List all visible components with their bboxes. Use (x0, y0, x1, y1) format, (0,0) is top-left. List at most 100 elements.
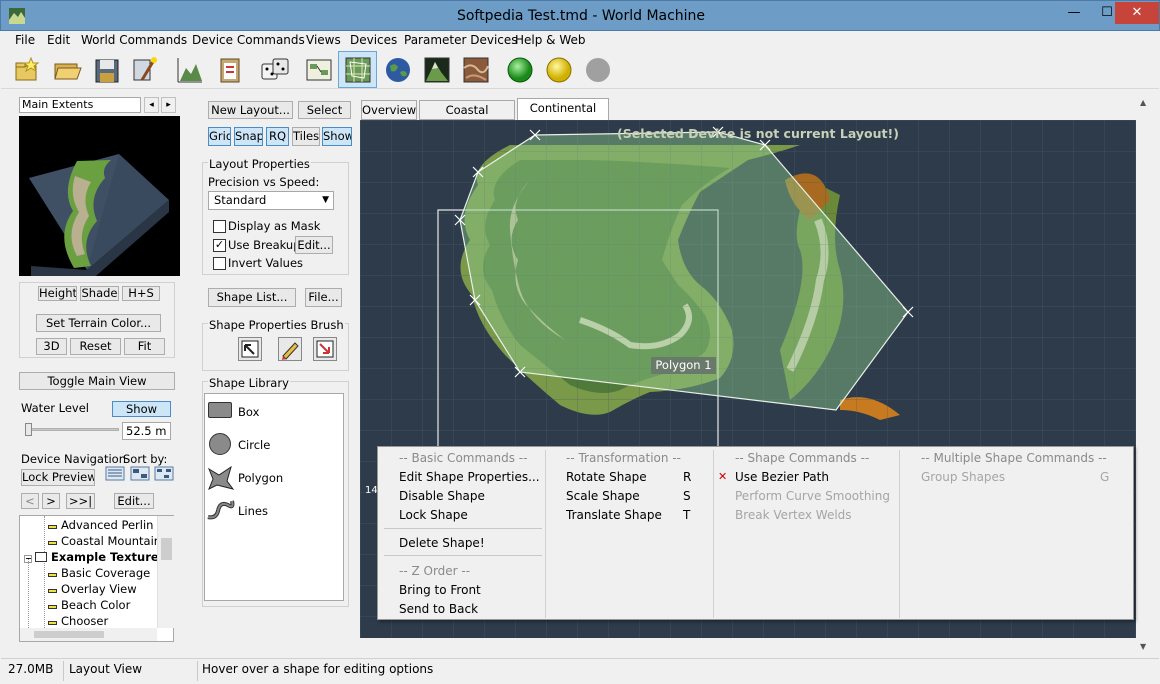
height-button[interactable]: Height (38, 286, 77, 301)
menu-lock-shape[interactable]: Lock Shape (399, 508, 468, 522)
water-level-input[interactable]: 52.5 m (122, 422, 171, 440)
wizard-icon[interactable] (128, 54, 160, 86)
tab-continental-shelf[interactable]: Continental Shelf (517, 98, 609, 133)
tree-item[interactable]: Beach Color (48, 598, 130, 612)
menu-perform-curve-smoothing[interactable]: Perform Curve Smoothing (735, 489, 890, 503)
tree-group[interactable]: − Example Texture (24, 550, 159, 564)
extents-selector[interactable]: Main Extents (19, 97, 141, 113)
menu-rotate-shape[interactable]: Rotate Shape (566, 470, 647, 484)
sort-tree-icon[interactable] (154, 466, 174, 481)
extents-prev-button[interactable]: ◂ (144, 97, 159, 113)
menu-parameter-devices[interactable]: Parameter Devices (404, 33, 518, 47)
menu-delete-shape[interactable]: Delete Shape! (399, 536, 485, 550)
menu-help-web[interactable]: Help & Web (515, 33, 586, 47)
show-toggle[interactable]: Show (322, 127, 352, 146)
brush-apply-icon[interactable] (313, 337, 337, 361)
globe-icon[interactable] (382, 54, 414, 86)
use-breakup-checkbox[interactable]: ✓ (213, 239, 226, 252)
select-button[interactable]: Select (298, 101, 351, 119)
tree-item[interactable]: Overlay View (48, 582, 137, 596)
terrain-chart-icon[interactable] (174, 54, 206, 86)
invert-values-checkbox[interactable] (213, 257, 226, 270)
dice-icon[interactable] (259, 54, 291, 86)
library-item-polygon[interactable]: Polygon (238, 471, 283, 485)
menu-device-commands[interactable]: Device Commands (192, 33, 305, 47)
clipboard-icon[interactable] (214, 54, 246, 86)
display-as-mask-checkbox[interactable] (213, 220, 226, 233)
close-button[interactable]: ✕ (1115, 2, 1159, 24)
new-folder-icon[interactable] (11, 54, 43, 86)
layout-view-icon[interactable] (342, 54, 374, 86)
build-gray-icon[interactable] (582, 54, 614, 86)
brush-pick-icon[interactable] (238, 337, 262, 361)
library-item-lines[interactable]: Lines (238, 504, 268, 518)
menu-group-shapes[interactable]: Group Shapes (921, 470, 1005, 484)
minimize-button[interactable]: — (1058, 2, 1090, 24)
menu-edit[interactable]: Edit (47, 33, 70, 47)
library-item-box[interactable]: Box (238, 405, 259, 419)
open-folder-icon[interactable] (51, 54, 83, 86)
water-show-button[interactable]: Show (112, 401, 171, 417)
menu-devices[interactable]: Devices (350, 33, 397, 47)
scroll-down-icon[interactable]: ▼ (1140, 642, 1146, 651)
device-edit-button[interactable]: Edit... (114, 493, 154, 509)
reset-button[interactable]: Reset (70, 338, 121, 355)
menu-use-bezier-path[interactable]: Use Bezier Path (735, 470, 829, 484)
menu-world-commands[interactable]: World Commands (81, 33, 187, 47)
sort-grid-icon[interactable] (130, 466, 150, 481)
view-3d-button[interactable]: 3D (36, 338, 67, 355)
library-item-circle[interactable]: Circle (238, 438, 270, 452)
snap-toggle[interactable]: Snap (234, 127, 263, 146)
menu-bring-to-front[interactable]: Bring to Front (399, 583, 481, 597)
menu-file[interactable]: File (15, 33, 35, 47)
terrain-3d-preview[interactable] (19, 116, 180, 276)
rq-toggle[interactable]: RQ (266, 127, 289, 146)
menu-translate-shape[interactable]: Translate Shape (566, 508, 662, 522)
set-terrain-color-button[interactable]: Set Terrain Color... (36, 314, 161, 332)
extents-next-button[interactable]: ▸ (161, 97, 176, 113)
tab-overview[interactable]: Overview (361, 100, 417, 120)
scroll-up-icon[interactable]: ▲ (1140, 98, 1146, 107)
menu-views[interactable]: Views (306, 33, 341, 47)
tree-item[interactable]: Advanced Perlin (48, 518, 153, 532)
polygon-shape-icon[interactable] (207, 465, 235, 491)
box-shape-icon[interactable] (208, 402, 232, 418)
menu-scale-shape[interactable]: Scale Shape (566, 489, 640, 503)
tab-coastal-mountains[interactable]: Coastal Mountains (419, 100, 515, 135)
nav-last-button[interactable]: >>| (66, 493, 95, 509)
nav-prev-button[interactable]: < (21, 493, 39, 509)
save-icon[interactable] (91, 54, 123, 86)
lines-shape-icon[interactable] (206, 497, 236, 521)
circle-shape-icon[interactable] (209, 433, 231, 455)
build-green-icon[interactable] (504, 54, 536, 86)
grid-toggle[interactable]: Grid (208, 127, 231, 146)
brush-paint-icon[interactable] (278, 337, 302, 361)
water-level-slider[interactable] (27, 428, 119, 431)
water-level-slider-thumb[interactable] (25, 423, 32, 436)
menu-send-to-back[interactable]: Send to Back (399, 602, 478, 616)
menu-disable-shape[interactable]: Disable Shape (399, 489, 485, 503)
canvas-vertical-scrollbar[interactable]: ▲ ▼ (1136, 98, 1153, 656)
tree-item[interactable]: Chooser (48, 614, 108, 628)
device-view-icon[interactable] (303, 54, 335, 86)
toggle-main-view-button[interactable]: Toggle Main View (19, 372, 175, 390)
hs-button[interactable]: H+S (122, 286, 160, 301)
terrain-render-icon[interactable] (421, 54, 453, 86)
tree-horizontal-scrollbar[interactable] (20, 628, 157, 641)
lock-preview-button[interactable]: Lock Preview (21, 469, 95, 486)
texture-icon[interactable] (460, 54, 492, 86)
fit-button[interactable]: Fit (124, 338, 165, 355)
tree-vertical-scrollbar[interactable] (157, 516, 174, 628)
file-button[interactable]: File... (305, 288, 342, 307)
menu-break-vertex-welds[interactable]: Break Vertex Welds (735, 508, 852, 522)
polygon-label[interactable]: Polygon 1 (651, 357, 716, 374)
precision-select[interactable]: Standard ▼ (208, 191, 334, 210)
breakup-edit-button[interactable]: Edit... (295, 236, 333, 254)
sort-list-icon[interactable] (105, 466, 125, 481)
nav-next-button[interactable]: > (42, 493, 60, 509)
menu-edit-shape-properties[interactable]: Edit Shape Properties... (399, 470, 540, 484)
tiles-toggle[interactable]: Tiles (292, 127, 320, 146)
tree-item[interactable]: Basic Coverage (48, 566, 150, 580)
tree-item[interactable]: Coastal Mountains (48, 534, 167, 548)
shape-list-button[interactable]: Shape List... (208, 288, 296, 307)
